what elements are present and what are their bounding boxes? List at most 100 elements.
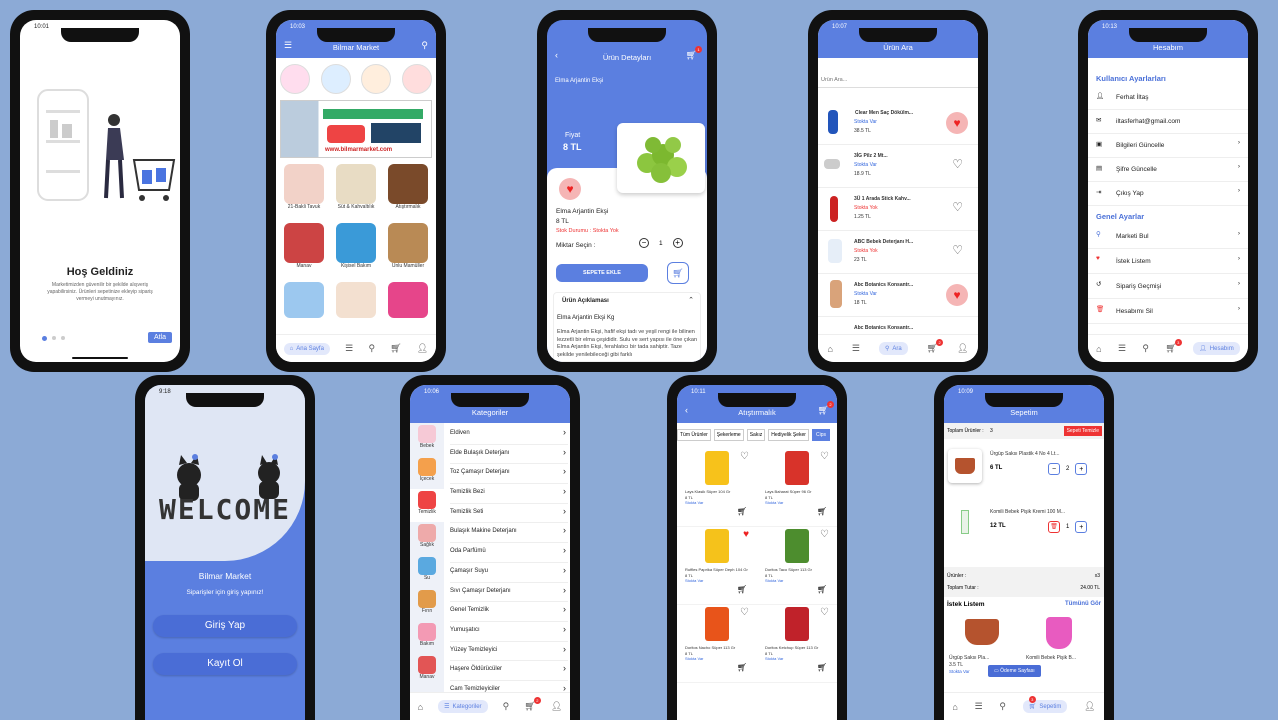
favorite-heart-icon[interactable]: ♡ <box>820 451 829 462</box>
meat-category-icon[interactable] <box>280 64 310 94</box>
person-icon[interactable]: 👤︎ <box>417 343 428 354</box>
category-side-item[interactable]: Fırın <box>410 588 444 621</box>
subcategory-item[interactable]: Temizlik Seti › <box>450 504 568 524</box>
cart-icon[interactable]: 🛒︎ 2 <box>927 339 944 354</box>
skip-button[interactable]: Atla <box>147 332 172 343</box>
list-icon[interactable]: ☰ <box>1118 343 1126 354</box>
add-to-cart-button[interactable]: SEPETE EKLE <box>556 264 648 282</box>
cart-icon[interactable]: 🛒︎ <box>390 343 401 354</box>
favorite-heart-icon[interactable]: ♡ <box>952 200 963 214</box>
location-icon[interactable]: ⚲ <box>421 40 428 51</box>
search-icon[interactable]: ⚲ <box>999 701 1006 712</box>
nav-account-tab[interactable]: 👤︎ Hesabım <box>1193 342 1240 355</box>
subcategory-item[interactable]: Yumuşatıcı › <box>450 622 568 642</box>
plus-button[interactable]: + <box>1075 463 1088 475</box>
category-card[interactable]: Atıştırmalık <box>384 164 432 219</box>
plus-button[interactable]: + <box>1075 521 1088 533</box>
trash-icon[interactable]: 🗑︎ <box>1048 521 1060 533</box>
subcategory-item[interactable]: Elde Bulaşık Deterjanı › <box>450 445 568 465</box>
person-icon[interactable]: 👤︎ <box>1084 701 1095 712</box>
favorite-heart-icon[interactable]: ♡ <box>820 529 829 540</box>
product-card[interactable]: ♡ Lays Baharat Süper 96 Gr 8 TL Stokta Var 🛒… <box>757 449 837 527</box>
category-card[interactable]: Süt & Kahvaltılık <box>332 164 380 219</box>
category-card[interactable]: Kişisel Bakım <box>332 223 380 278</box>
favorite-button[interactable]: ♥ <box>559 178 581 200</box>
add-to-cart-icon[interactable]: 🛒︎ <box>737 507 747 516</box>
cart-icon[interactable]: 🛒︎ 2 <box>818 401 834 416</box>
subcategory-item[interactable]: Temizlik Bezi › <box>450 484 568 504</box>
result-row[interactable]: 3Ü 1 Arada Stick Kahv... Stokta Yok 1.25 T… <box>818 188 978 231</box>
favorite-heart-icon[interactable]: ♡ <box>952 157 963 171</box>
login-button[interactable]: Giriş Yap <box>153 615 297 637</box>
subcategory-item[interactable]: Toz Çamaşır Deterjanı › <box>450 464 568 485</box>
list-icon[interactable]: ☰ <box>345 343 353 354</box>
favorite-heart-icon[interactable]: ♡ <box>740 607 749 618</box>
list-icon[interactable]: ☰ <box>852 343 860 354</box>
cart-item[interactable]: Komili Bebek Pişik Kremi 100 M... 12 TL … <box>944 501 1104 549</box>
logout-row[interactable]: ⇥ Çıkış Yap › <box>1088 182 1248 206</box>
search-icon[interactable]: ⚲ <box>368 343 375 354</box>
promo-banner[interactable]: www.bilmarmarket.com <box>280 100 432 158</box>
subcategory-item[interactable]: Cam Temizleyiciler › <box>450 681 568 692</box>
favorite-heart-icon[interactable]: ♥ <box>946 112 968 134</box>
result-row[interactable]: 3İG Pilz 2 Mt... Stokta Var 18.9 TL ♡ <box>818 145 978 188</box>
home-icon[interactable]: ⌂ <box>827 344 832 354</box>
dairy-category-icon[interactable] <box>320 64 351 94</box>
cart-icon[interactable]: 🛒︎ 1 <box>686 46 702 61</box>
register-button[interactable]: Kayıt Ol <box>153 653 297 675</box>
category-card[interactable] <box>280 282 328 322</box>
cart-add-icon[interactable]: 🛒︎ <box>667 262 689 284</box>
minus-button[interactable]: − <box>639 238 649 248</box>
fruit-category-icon[interactable] <box>401 64 432 94</box>
nav-categories-tab[interactable]: ☰ Kategoriler <box>438 700 488 713</box>
category-card[interactable]: 21-Bakli Tavuk <box>280 164 328 219</box>
home-icon[interactable]: ⌂ <box>1096 344 1101 354</box>
wishlist-row[interactable]: ♥ İstek Listem › <box>1088 249 1248 274</box>
category-side-item[interactable]: İçecek <box>410 456 444 489</box>
home-icon[interactable]: ⌂ <box>418 702 423 712</box>
description-title[interactable]: Ürün Açıklaması <box>562 298 609 304</box>
product-card[interactable]: ♥ Ruffles Paprika Süper Deph 104 Gr 8 TL St… <box>677 527 757 605</box>
add-to-cart-icon[interactable]: 🛒︎ <box>737 663 747 672</box>
category-card[interactable] <box>384 282 432 322</box>
product-card[interactable]: ♡ Doritos Ketchup Süper 113 Gr 8 TL Stokta … <box>757 605 837 683</box>
see-all-link[interactable]: Tümünü Gör <box>1065 601 1101 607</box>
add-to-cart-icon[interactable]: 🛒︎ <box>817 663 827 672</box>
update-info-row[interactable]: ▣ Bilgileri Güncelle › <box>1088 134 1248 158</box>
search-input[interactable] <box>818 72 978 88</box>
cart-icon[interactable]: 🛒︎ 2 <box>524 697 541 712</box>
subcategory-item[interactable]: Genel Temizlik › <box>450 602 568 622</box>
home-icon[interactable]: ⌂ <box>952 702 957 712</box>
nav-home-tab[interactable]: ⌂ Ana Sayfa <box>283 342 330 355</box>
find-store-row[interactable]: ⚲ Marketi Bul › <box>1088 224 1248 249</box>
category-side-item[interactable]: Temizlik <box>410 489 444 522</box>
favorite-heart-icon[interactable]: ♡ <box>740 451 749 462</box>
favorite-heart-icon[interactable]: ♥ <box>946 284 968 306</box>
chip-gum[interactable]: Sakız <box>746 429 766 441</box>
chip-candy[interactable]: Şekerleme <box>713 429 744 441</box>
cart-item[interactable]: Ürgüp Saksı Plastik 4 No 4 Lt... 6 TL −2… <box>944 445 1104 493</box>
nav-search-tab[interactable]: ⚲ Ara <box>878 342 908 355</box>
category-side-item[interactable]: Bakım <box>410 621 444 654</box>
product-card[interactable]: ♡ Doritos Taco Süper 113 Gr 8 TL Stokta Var… <box>757 527 837 605</box>
favorite-heart-icon[interactable]: ♥ <box>743 529 749 540</box>
subcategory-item[interactable]: Sıvı Çamaşır Deterjanı › <box>450 583 568 603</box>
category-side-item[interactable]: Bebek <box>410 423 444 456</box>
result-row[interactable]: ABC Bebek Deterjanı H... Stokta Yok 23 TL ♡ <box>818 231 978 274</box>
favorite-heart-icon[interactable]: ♡ <box>820 607 829 618</box>
cart-icon[interactable]: 🛒︎ 3 <box>1165 339 1182 354</box>
search-icon[interactable]: ⚲ <box>503 701 510 712</box>
add-to-cart-icon[interactable]: 🛒︎ <box>817 507 827 516</box>
result-row[interactable]: Abc Botanics Konsantr... Stokta Var 18 TL ♥ <box>818 274 978 317</box>
chip-chips[interactable]: Cips <box>811 429 830 441</box>
person-icon[interactable]: 👤︎ <box>551 701 562 712</box>
add-to-cart-icon[interactable]: 🛒︎ <box>737 585 747 594</box>
minus-button[interactable]: − <box>1048 463 1060 475</box>
add-to-cart-icon[interactable]: 🛒︎ <box>817 585 827 594</box>
delete-account-row[interactable]: 🗑︎ Hesabımı Sil › <box>1088 299 1248 324</box>
subcategory-item[interactable]: Yüzey Temizleyici › <box>450 642 568 662</box>
checkout-button[interactable]: ▭ Ödeme Sayfası <box>988 665 1041 677</box>
subcategory-item[interactable]: Çamaşır Suyu › <box>450 563 568 583</box>
category-side-item[interactable]: Manav <box>410 654 444 687</box>
subcategory-item[interactable]: Haşere Öldürücüler › <box>450 661 568 681</box>
